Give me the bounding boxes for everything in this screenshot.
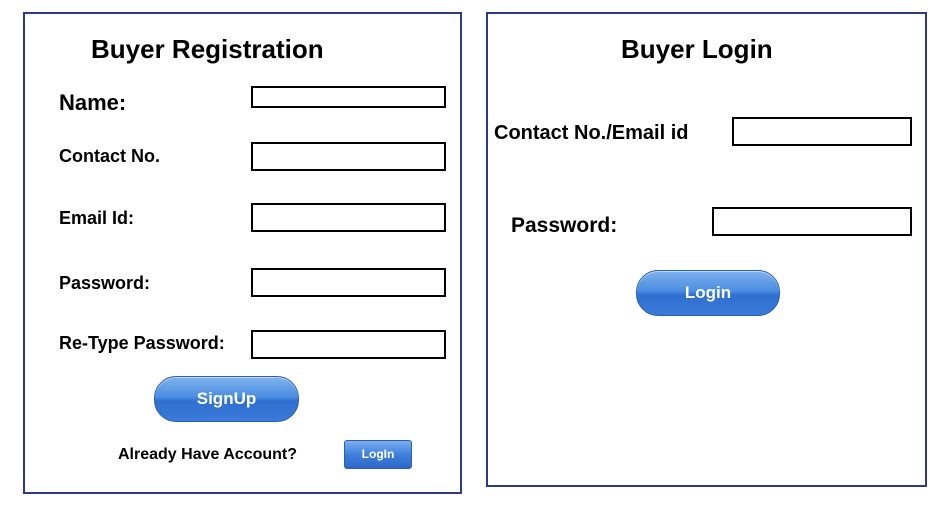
retype-password-input[interactable] <box>251 330 446 359</box>
login-button[interactable]: Login <box>636 270 780 316</box>
name-input[interactable] <box>251 86 446 108</box>
registration-panel: Buyer Registration Name: Contact No. Ema… <box>23 12 462 494</box>
email-label: Email Id: <box>59 208 135 228</box>
signup-button[interactable]: SignUp <box>154 376 299 422</box>
contact-email-input[interactable] <box>732 117 912 146</box>
login-link-button[interactable]: LogIn <box>344 440 412 469</box>
email-input[interactable] <box>251 203 446 232</box>
registration-title: Buyer Registration <box>91 34 324 64</box>
login-password-input[interactable] <box>712 207 912 236</box>
already-have-account-text: Already Have Account? <box>118 446 298 463</box>
retype-password-label: Re-Type Password: <box>59 333 225 353</box>
password-label: Password: <box>59 273 151 293</box>
contact-email-label: Contact No./Email id <box>494 122 689 144</box>
contact-input[interactable] <box>251 142 446 171</box>
login-title: Buyer Login <box>621 34 773 64</box>
login-panel: Buyer Login Contact No./Email id Passwor… <box>486 12 927 487</box>
name-label: Name: <box>59 90 127 115</box>
contact-label: Contact No. <box>59 146 160 166</box>
login-password-label: Password: <box>511 214 618 237</box>
password-input[interactable] <box>251 268 446 297</box>
